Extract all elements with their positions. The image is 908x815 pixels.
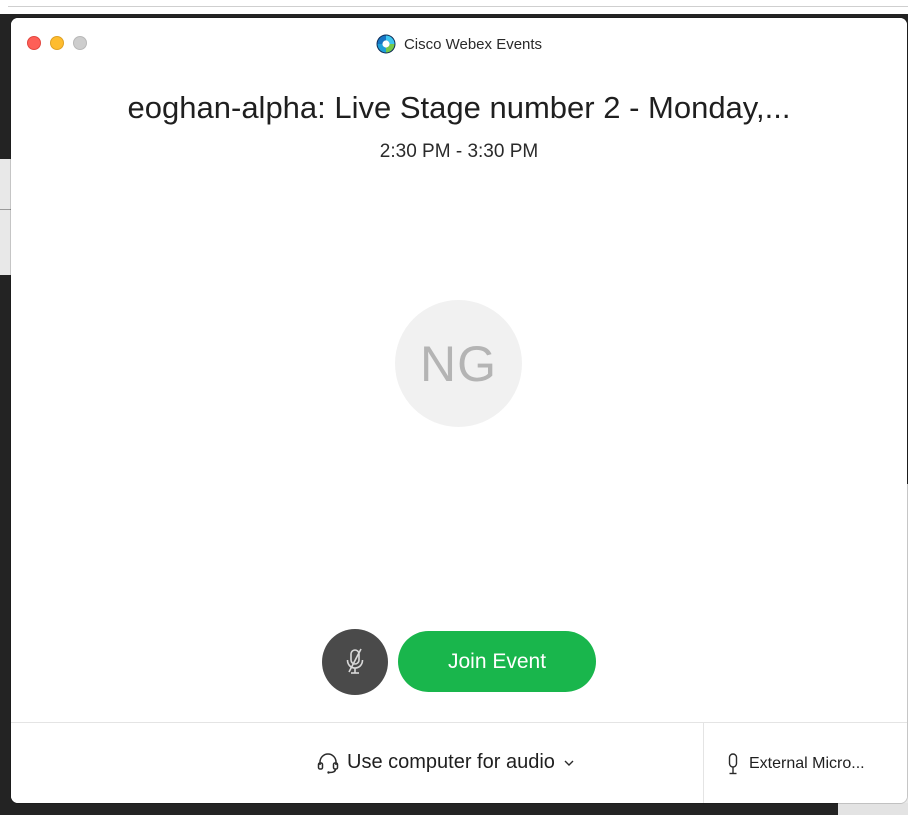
microphone-muted-icon bbox=[346, 648, 364, 674]
top-divider bbox=[8, 6, 908, 7]
audio-options-bar: Use computer for audio External Micro... bbox=[11, 722, 907, 803]
chevron-down-icon bbox=[564, 760, 574, 766]
event-title: eoghan-alpha: Live Stage number 2 - Mond… bbox=[127, 90, 791, 125]
window-title-text: Cisco Webex Events bbox=[403, 35, 543, 53]
avatar: NG bbox=[395, 300, 522, 427]
window-title: Cisco Webex Events bbox=[11, 34, 907, 54]
join-event-button[interactable]: Join Event bbox=[398, 631, 596, 692]
bar-divider bbox=[703, 723, 704, 803]
audio-connection-label: Use computer for audio bbox=[347, 751, 555, 773]
background-panel-bottom bbox=[838, 803, 908, 815]
avatar-initials: NG bbox=[420, 335, 497, 392]
webex-logo-icon bbox=[376, 34, 396, 54]
mute-toggle-button[interactable] bbox=[322, 629, 388, 695]
screen: Cisco Webex Events eoghan-alpha: Live St… bbox=[0, 0, 908, 815]
title-bar[interactable]: Cisco Webex Events bbox=[11, 18, 907, 68]
headset-icon bbox=[317, 752, 339, 774]
microphone-label: External Micro... bbox=[749, 755, 865, 772]
event-time: 2:30 PM - 3:30 PM bbox=[379, 141, 539, 162]
webex-event-window: Cisco Webex Events eoghan-alpha: Live St… bbox=[11, 18, 907, 803]
microphone-dropdown[interactable]: External Micro... bbox=[727, 753, 865, 775]
microphone-icon bbox=[728, 753, 738, 775]
audio-connection-dropdown[interactable]: Use computer for audio bbox=[317, 751, 575, 774]
